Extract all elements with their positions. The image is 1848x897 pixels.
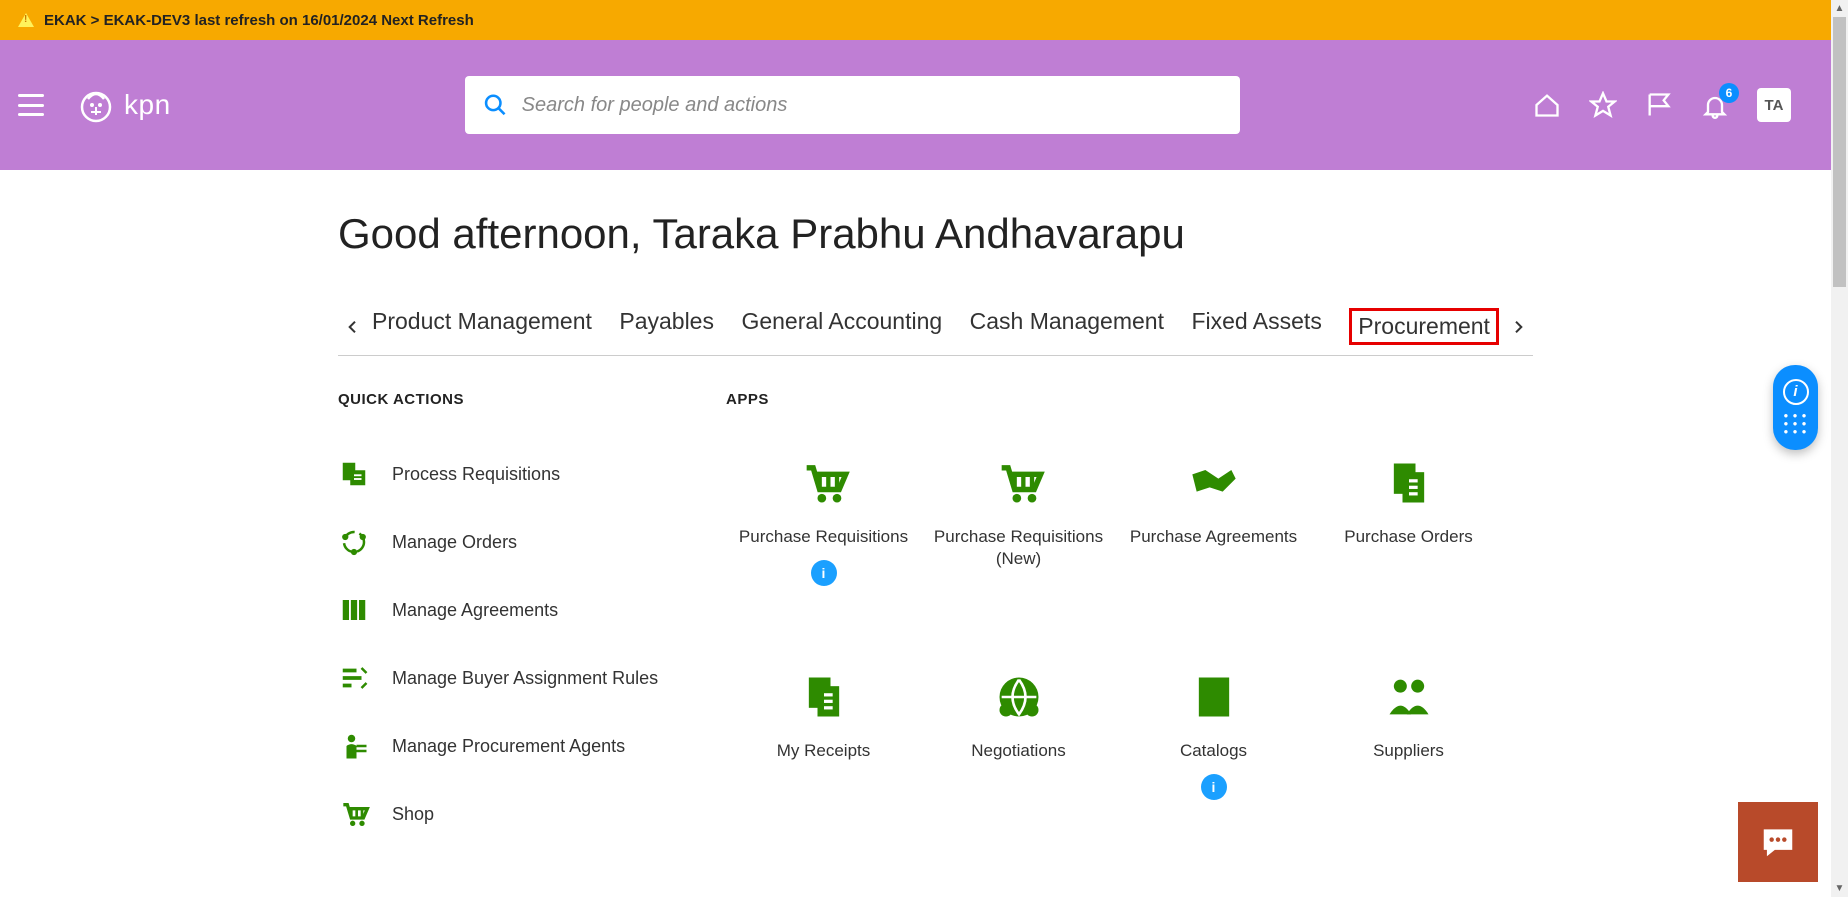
app-negotiations[interactable]: Negotiations	[921, 672, 1116, 831]
app-purchase-agreements[interactable]: Purchase Agreements	[1116, 458, 1311, 617]
logo[interactable]: kpn	[76, 85, 171, 125]
app-label: Negotiations	[971, 740, 1066, 762]
qa-label: Manage Procurement Agents	[392, 736, 625, 757]
cart-icon	[795, 458, 853, 508]
scroll-up-icon[interactable]: ▲	[1831, 0, 1848, 17]
qa-manage-orders[interactable]: Manage Orders	[338, 526, 726, 558]
app-label: Purchase Agreements	[1130, 526, 1297, 548]
quick-actions-list: Process Requisitions Manage Orders Manage …	[338, 428, 726, 830]
cycle-icon	[338, 526, 370, 558]
app-label: Purchase Requisitions	[739, 526, 908, 548]
app-purchase-requisitions-new[interactable]: Purchase Requisitions (New)	[921, 458, 1116, 617]
tab-cash-management[interactable]: Cash Management	[970, 308, 1164, 345]
qa-label: Manage Orders	[392, 532, 517, 553]
person-icon	[338, 730, 370, 762]
app-suppliers[interactable]: Suppliers	[1311, 672, 1506, 831]
scrollbar[interactable]: ▲ ▼	[1831, 0, 1848, 897]
qa-manage-buyer-assignment-rules[interactable]: Manage Buyer Assignment Rules	[338, 662, 726, 694]
hamburger-menu-icon[interactable]	[18, 94, 44, 116]
kpn-logo-icon	[76, 85, 116, 125]
notification-badge: 6	[1719, 83, 1739, 103]
section-titles: QUICK ACTIONS APPS	[338, 391, 1831, 408]
books-icon	[338, 594, 370, 626]
people-icon	[1380, 672, 1438, 722]
flag-icon[interactable]	[1645, 91, 1673, 119]
book-icon	[1185, 672, 1243, 722]
search-icon	[483, 92, 508, 118]
handshake-icon	[1185, 458, 1243, 508]
star-icon[interactable]	[1589, 91, 1617, 119]
app-catalogs[interactable]: Catalogs i	[1116, 672, 1311, 831]
keypad-icon: ● ● ●● ● ●● ● ●	[1784, 412, 1808, 436]
search-box[interactable]	[465, 76, 1240, 134]
bell-icon[interactable]: 6	[1701, 91, 1729, 119]
tab-procurement[interactable]: Procurement	[1349, 308, 1499, 345]
cart-icon	[990, 458, 1048, 508]
qa-label: Manage Buyer Assignment Rules	[392, 668, 658, 689]
warning-icon	[18, 13, 34, 27]
qa-shop[interactable]: Shop	[338, 798, 726, 830]
avatar[interactable]: TA	[1757, 88, 1791, 122]
notification-bar: EKAK > EKAK-DEV3 last refresh on 16/01/2…	[0, 0, 1848, 40]
tabs-next-button[interactable]	[1503, 312, 1533, 342]
app-label: Purchase Orders	[1344, 526, 1473, 548]
app-label: Catalogs	[1180, 740, 1247, 762]
scroll-down-icon[interactable]: ▼	[1831, 880, 1848, 897]
notification-text: EKAK > EKAK-DEV3 last refresh on 16/01/2…	[44, 12, 474, 29]
lines-icon	[338, 662, 370, 694]
tabs-row: Product Management Payables General Accoun…	[338, 308, 1533, 356]
tab-general-accounting[interactable]: General Accounting	[741, 308, 942, 345]
chat-button[interactable]	[1738, 802, 1818, 882]
help-widget[interactable]: i ● ● ●● ● ●● ● ●	[1773, 365, 1818, 450]
app-purchase-orders[interactable]: Purchase Orders	[1311, 458, 1506, 617]
app-label: Purchase Requisitions (New)	[934, 526, 1104, 570]
qa-label: Manage Agreements	[392, 600, 558, 621]
tab-fixed-assets[interactable]: Fixed Assets	[1191, 308, 1321, 345]
chat-icon	[1759, 823, 1797, 861]
search-input[interactable]	[522, 94, 1222, 117]
quick-actions-title: QUICK ACTIONS	[338, 391, 726, 408]
tab-payables[interactable]: Payables	[619, 308, 714, 345]
main-content: Good afternoon, Taraka Prabhu Andhavarap…	[0, 170, 1831, 830]
qa-process-requisitions[interactable]: Process Requisitions	[338, 458, 726, 490]
header-icons: 6 TA	[1533, 88, 1791, 122]
info-icon[interactable]: i	[1201, 774, 1227, 800]
docs-icon	[1380, 458, 1438, 508]
qa-manage-procurement-agents[interactable]: Manage Procurement Agents	[338, 730, 726, 762]
tabs-prev-button[interactable]	[338, 312, 368, 342]
home-icon[interactable]	[1533, 91, 1561, 119]
apps-grid: Purchase RequisitionsiPurchase Requisiti…	[726, 428, 1506, 830]
globe-people-icon	[990, 672, 1048, 722]
doc-list-icon	[338, 458, 370, 490]
app-label: My Receipts	[777, 740, 871, 762]
apps-title: APPS	[726, 391, 769, 408]
scroll-thumb[interactable]	[1833, 17, 1846, 287]
qa-manage-agreements[interactable]: Manage Agreements	[338, 594, 726, 626]
qa-label: Process Requisitions	[392, 464, 560, 485]
app-my-receipts[interactable]: My Receipts	[726, 672, 921, 831]
header: kpn 6 TA	[0, 40, 1831, 170]
logo-text: kpn	[124, 89, 171, 121]
docs-icon	[795, 672, 853, 722]
tab-product-management[interactable]: Product Management	[372, 308, 592, 345]
qa-label: Shop	[392, 804, 434, 825]
info-icon[interactable]: i	[811, 560, 837, 586]
app-label: Suppliers	[1373, 740, 1444, 762]
app-purchase-requisitions[interactable]: Purchase Requisitions i	[726, 458, 921, 617]
cart-icon	[338, 798, 370, 830]
info-icon: i	[1783, 379, 1809, 405]
greeting-text: Good afternoon, Taraka Prabhu Andhavarap…	[338, 210, 1831, 258]
